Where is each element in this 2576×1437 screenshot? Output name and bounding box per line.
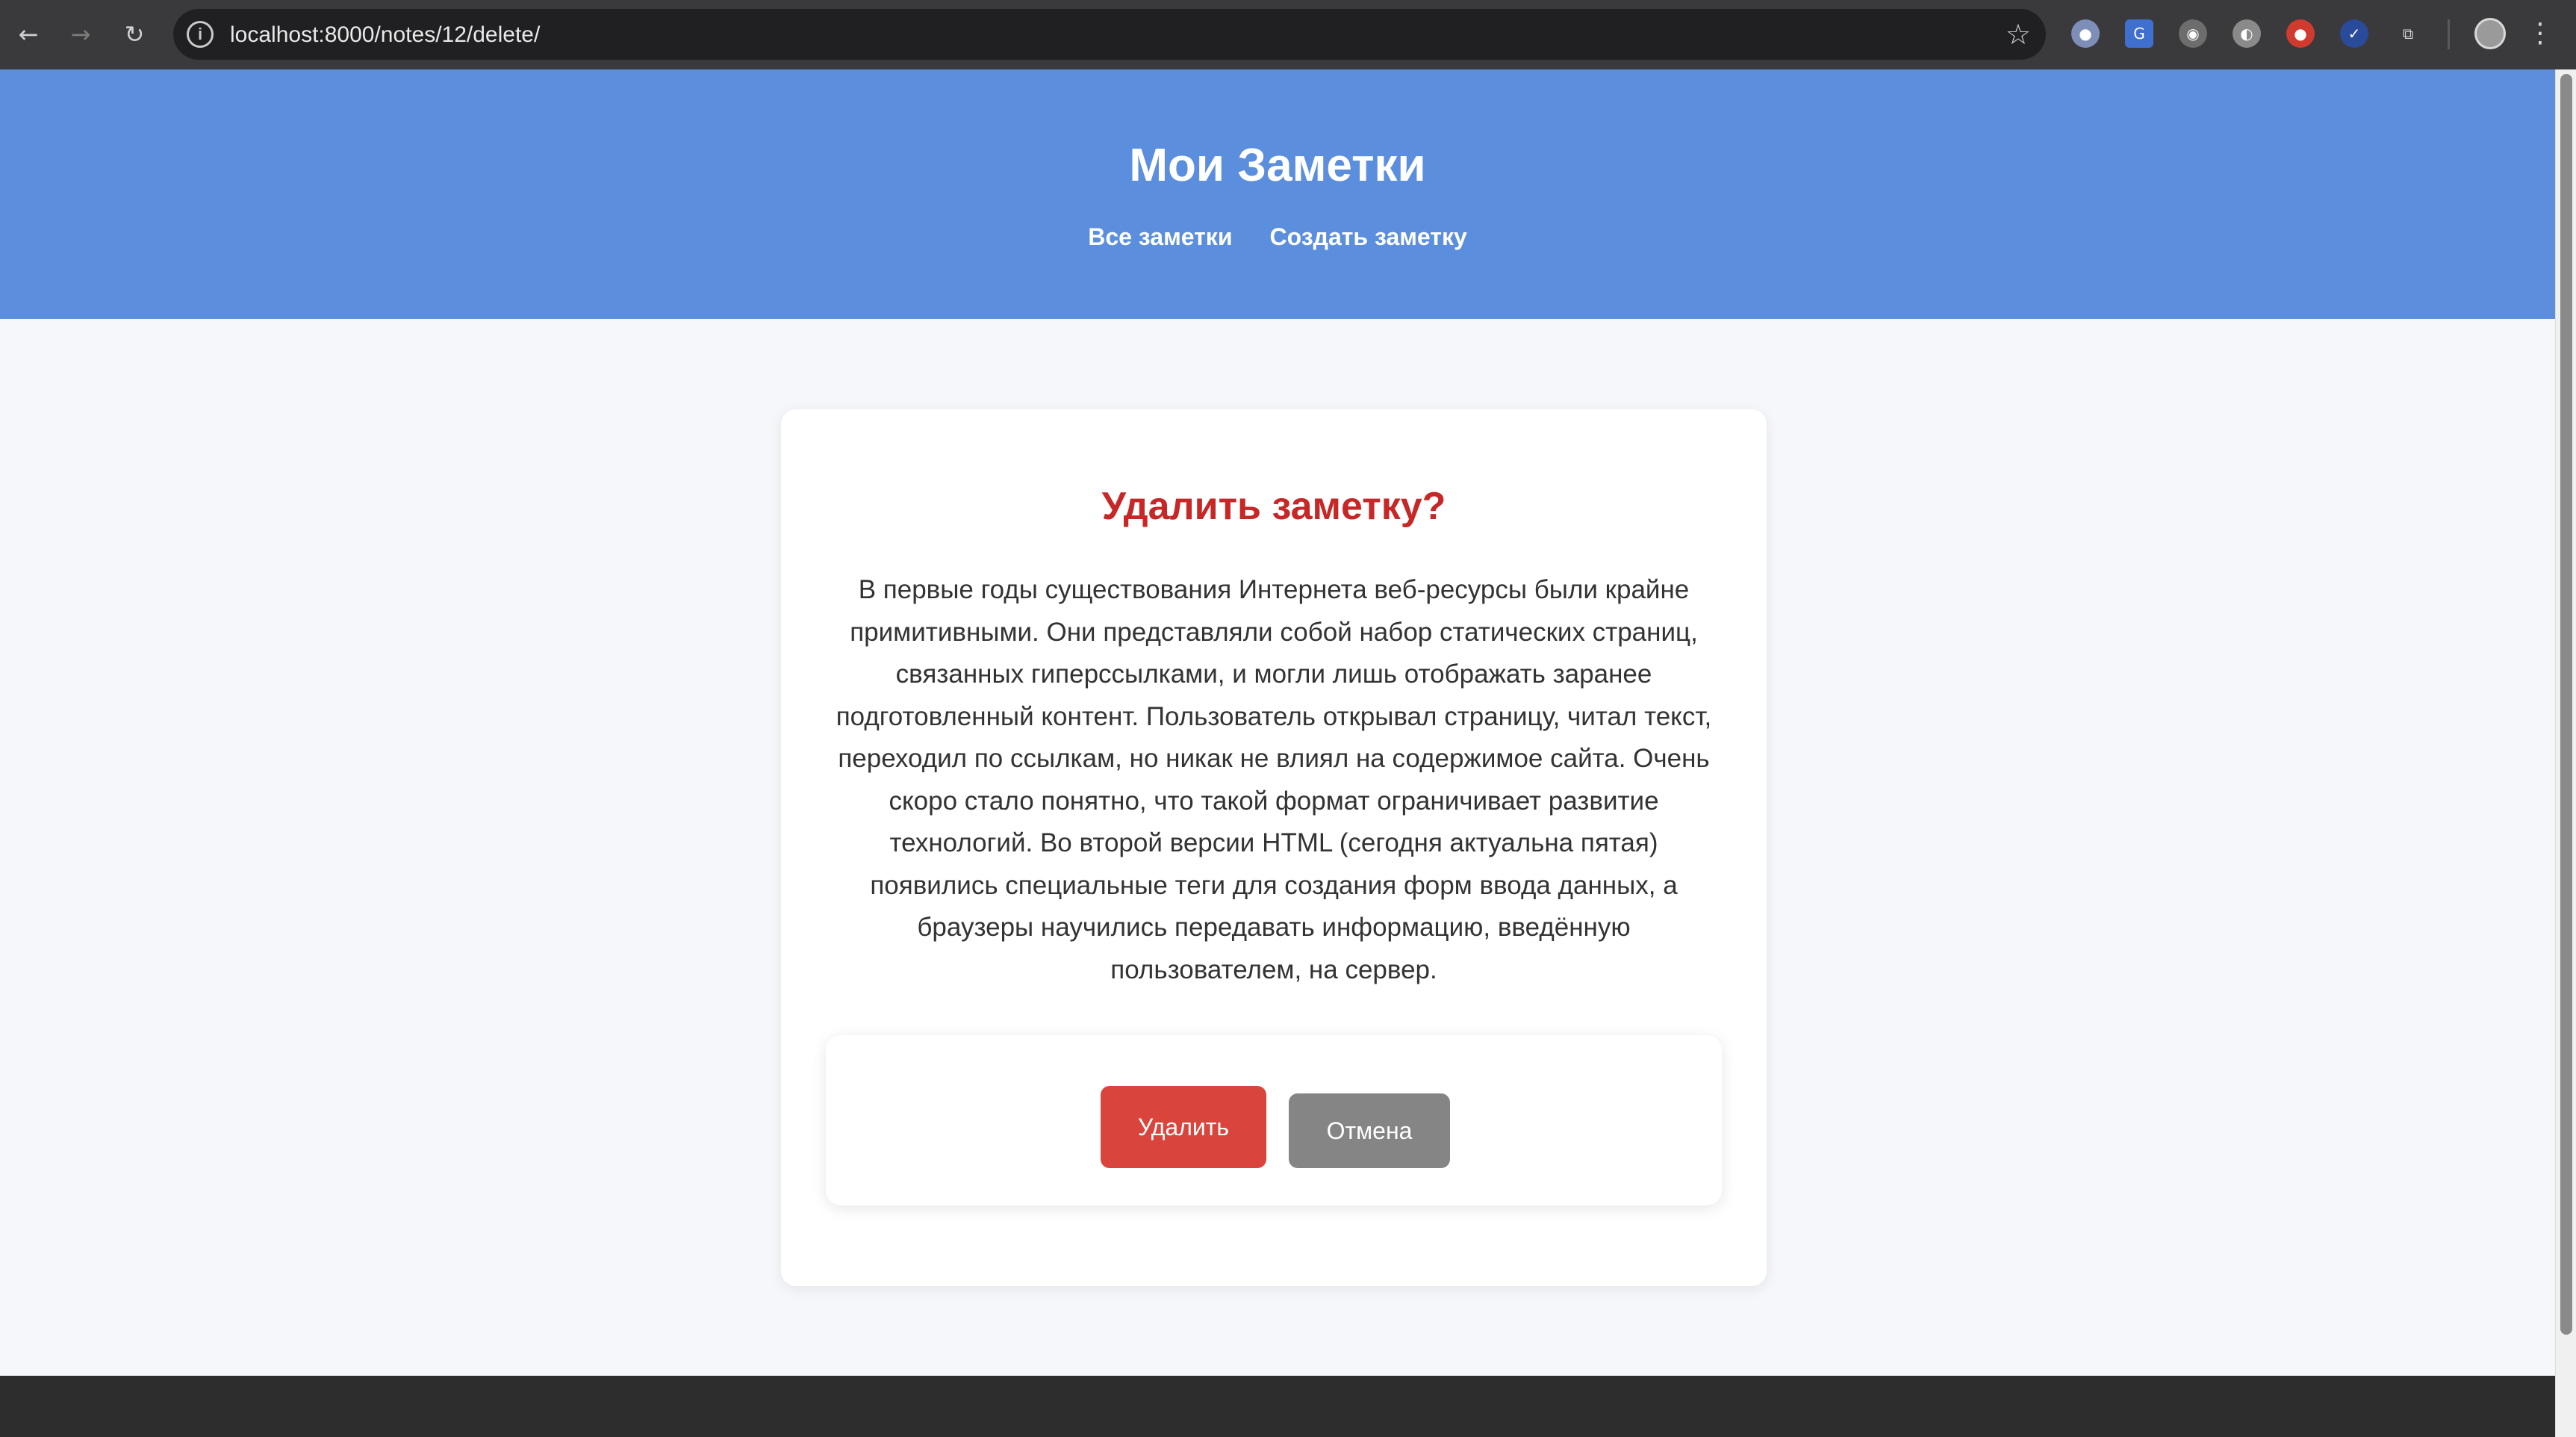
extensions-icon[interactable]: ⧉ — [2394, 19, 2422, 48]
nav-create-note-link[interactable]: Создать заметку — [1269, 222, 1466, 252]
delete-confirm-card: Удалить заметку? В первые годы существов… — [781, 409, 1767, 1286]
extension-1-icon[interactable]: ● — [2071, 19, 2100, 48]
actions-panel: Удалить Отмена — [826, 1035, 1722, 1205]
page-scrollbar[interactable] — [2555, 69, 2576, 1437]
camera-extension-icon[interactable]: ◉ — [2179, 19, 2207, 48]
menu-icon[interactable]: ⋮ — [2527, 15, 2554, 52]
delete-button[interactable]: Удалить — [1101, 1086, 1266, 1168]
extension-4-icon[interactable]: ◐ — [2233, 19, 2261, 48]
site-title: Мои Заметки — [1129, 140, 1426, 191]
reload-icon[interactable]: ↻ — [116, 16, 152, 52]
url-text[interactable]: localhost:8000/notes/12/delete/ — [230, 22, 540, 48]
note-content: В первые годы существования Интернета ве… — [836, 575, 1712, 984]
forward-arrow-icon[interactable]: → — [63, 16, 99, 52]
address-bar[interactable]: i localhost:8000/notes/12/delete/ ☆ — [173, 9, 2046, 60]
scrollbar-thumb[interactable] — [2560, 74, 2572, 1335]
bookmark-star-icon[interactable]: ☆ — [2006, 18, 2031, 51]
toolbar-divider — [2448, 19, 2450, 49]
extension-5-icon[interactable]: ● — [2286, 19, 2315, 48]
profile-avatar[interactable] — [2474, 18, 2506, 49]
nav-all-notes-link[interactable]: Все заметки — [1088, 222, 1232, 252]
translate-extension-icon[interactable]: G — [2125, 19, 2153, 48]
back-arrow-icon[interactable]: ← — [10, 16, 46, 52]
confirm-title: Удалить заметку? — [1101, 485, 1446, 528]
site-header: Мои Заметки Все заметки Создать заметку — [0, 69, 2555, 319]
extension-6-icon[interactable]: ✓ — [2340, 19, 2368, 48]
cancel-button[interactable]: Отмена — [1289, 1093, 1450, 1168]
site-footer — [0, 1376, 2555, 1437]
browser-toolbar: ← → ↻ i localhost:8000/notes/12/delete/ … — [0, 0, 2576, 69]
site-nav: Все заметки Создать заметку — [0, 222, 2555, 252]
site-info-icon[interactable]: i — [187, 21, 214, 48]
